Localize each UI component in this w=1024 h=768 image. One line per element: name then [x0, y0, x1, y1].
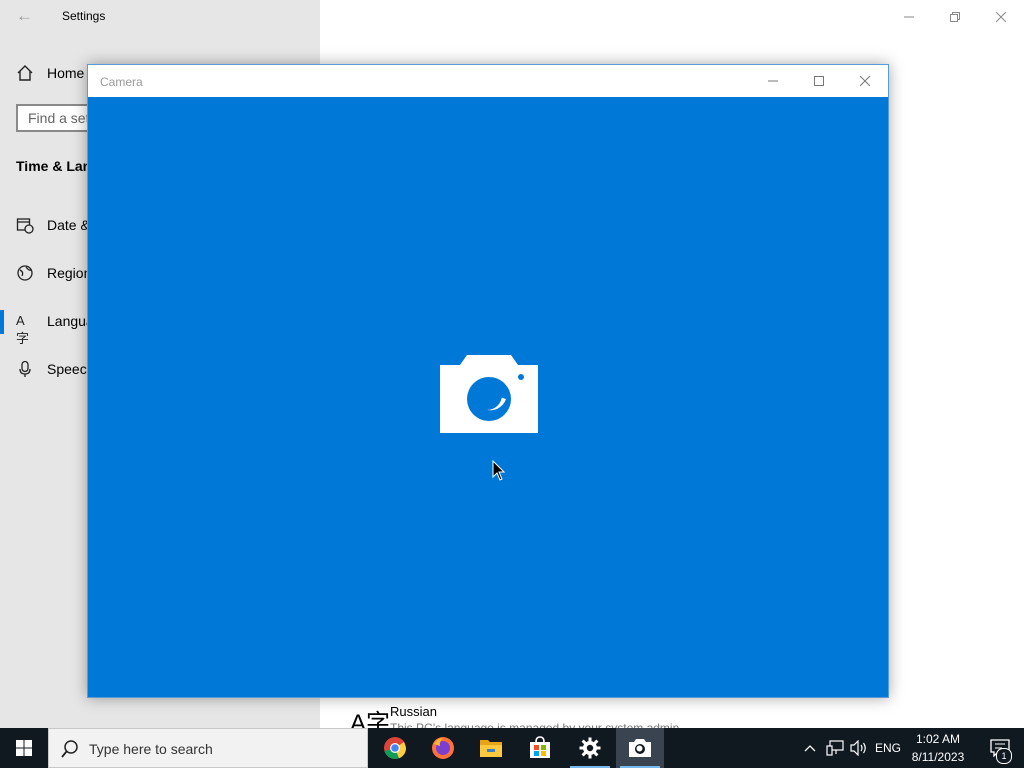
- microphone-icon: [19, 360, 31, 377]
- store-icon: [530, 736, 550, 758]
- restore-icon: [950, 12, 960, 23]
- windows-logo-icon: [16, 740, 32, 756]
- minimize-icon: [904, 16, 914, 18]
- camera-maximize-button[interactable]: [796, 65, 842, 97]
- taskbar-search-box[interactable]: Type here to search: [48, 728, 368, 768]
- firefox-icon: [432, 737, 454, 759]
- home-icon[interactable]: [16, 64, 34, 82]
- volume-button[interactable]: [848, 728, 870, 768]
- sidebar-item-label: Date &: [47, 217, 90, 233]
- speaker-icon: [850, 740, 866, 756]
- clock[interactable]: 1:02 AM 8/11/2023: [902, 730, 974, 766]
- language-icon: A字: [16, 313, 30, 346]
- show-hidden-icons-button[interactable]: [800, 728, 820, 768]
- taskbar-firefox[interactable]: [419, 728, 467, 768]
- clock-time: 1:02 AM: [915, 732, 961, 746]
- close-icon: [860, 76, 870, 86]
- camera-titlebar[interactable]: Camera: [88, 65, 888, 97]
- folder-icon: [480, 740, 502, 757]
- taskbar-camera[interactable]: [616, 728, 664, 768]
- taskbar-settings[interactable]: [566, 728, 614, 768]
- camera-window: Camera: [87, 64, 889, 698]
- chrome-icon: [384, 737, 407, 760]
- gear-icon: [579, 737, 601, 759]
- maximize-icon: [814, 76, 824, 86]
- camera-close-button[interactable]: [842, 65, 888, 97]
- mouse-cursor-icon: [492, 460, 506, 481]
- camera-viewport: [88, 97, 888, 697]
- language-item-name[interactable]: Russian: [390, 704, 437, 719]
- camera-icon: [440, 355, 538, 433]
- back-arrow-icon[interactable]: ←: [16, 6, 34, 26]
- taskbar: Type here to search ENG 1:02 AM 8/11/202…: [0, 728, 1024, 768]
- search-icon: [61, 740, 78, 758]
- settings-restore-button[interactable]: [932, 0, 978, 32]
- start-button[interactable]: [0, 728, 48, 768]
- settings-title: Settings: [62, 9, 106, 23]
- taskbar-microsoft-store[interactable]: [516, 728, 564, 768]
- network-button[interactable]: [824, 728, 846, 768]
- notification-count-badge: 1: [996, 748, 1012, 764]
- network-icon: [826, 740, 844, 756]
- section-title: Time & Lan: [16, 158, 92, 174]
- region-icon: [17, 265, 33, 281]
- taskbar-search-placeholder: Type here to search: [89, 741, 213, 757]
- taskbar-file-explorer[interactable]: [467, 728, 515, 768]
- camera-minimize-button[interactable]: [750, 65, 796, 97]
- camera-app-icon: [629, 739, 651, 757]
- home-link[interactable]: Home: [47, 65, 84, 81]
- camera-title: Camera: [100, 75, 143, 89]
- settings-minimize-button[interactable]: [886, 0, 932, 32]
- sidebar-item-label: Region: [47, 265, 92, 281]
- settings-close-button[interactable]: [978, 0, 1024, 32]
- date-time-icon: [16, 218, 34, 234]
- clock-date: 8/11/2023: [911, 750, 965, 764]
- input-language-button[interactable]: ENG: [872, 728, 904, 768]
- taskbar-chrome[interactable]: [371, 728, 419, 768]
- chevron-up-icon: [804, 745, 816, 752]
- close-icon: [995, 11, 1007, 23]
- minimize-icon: [768, 80, 778, 82]
